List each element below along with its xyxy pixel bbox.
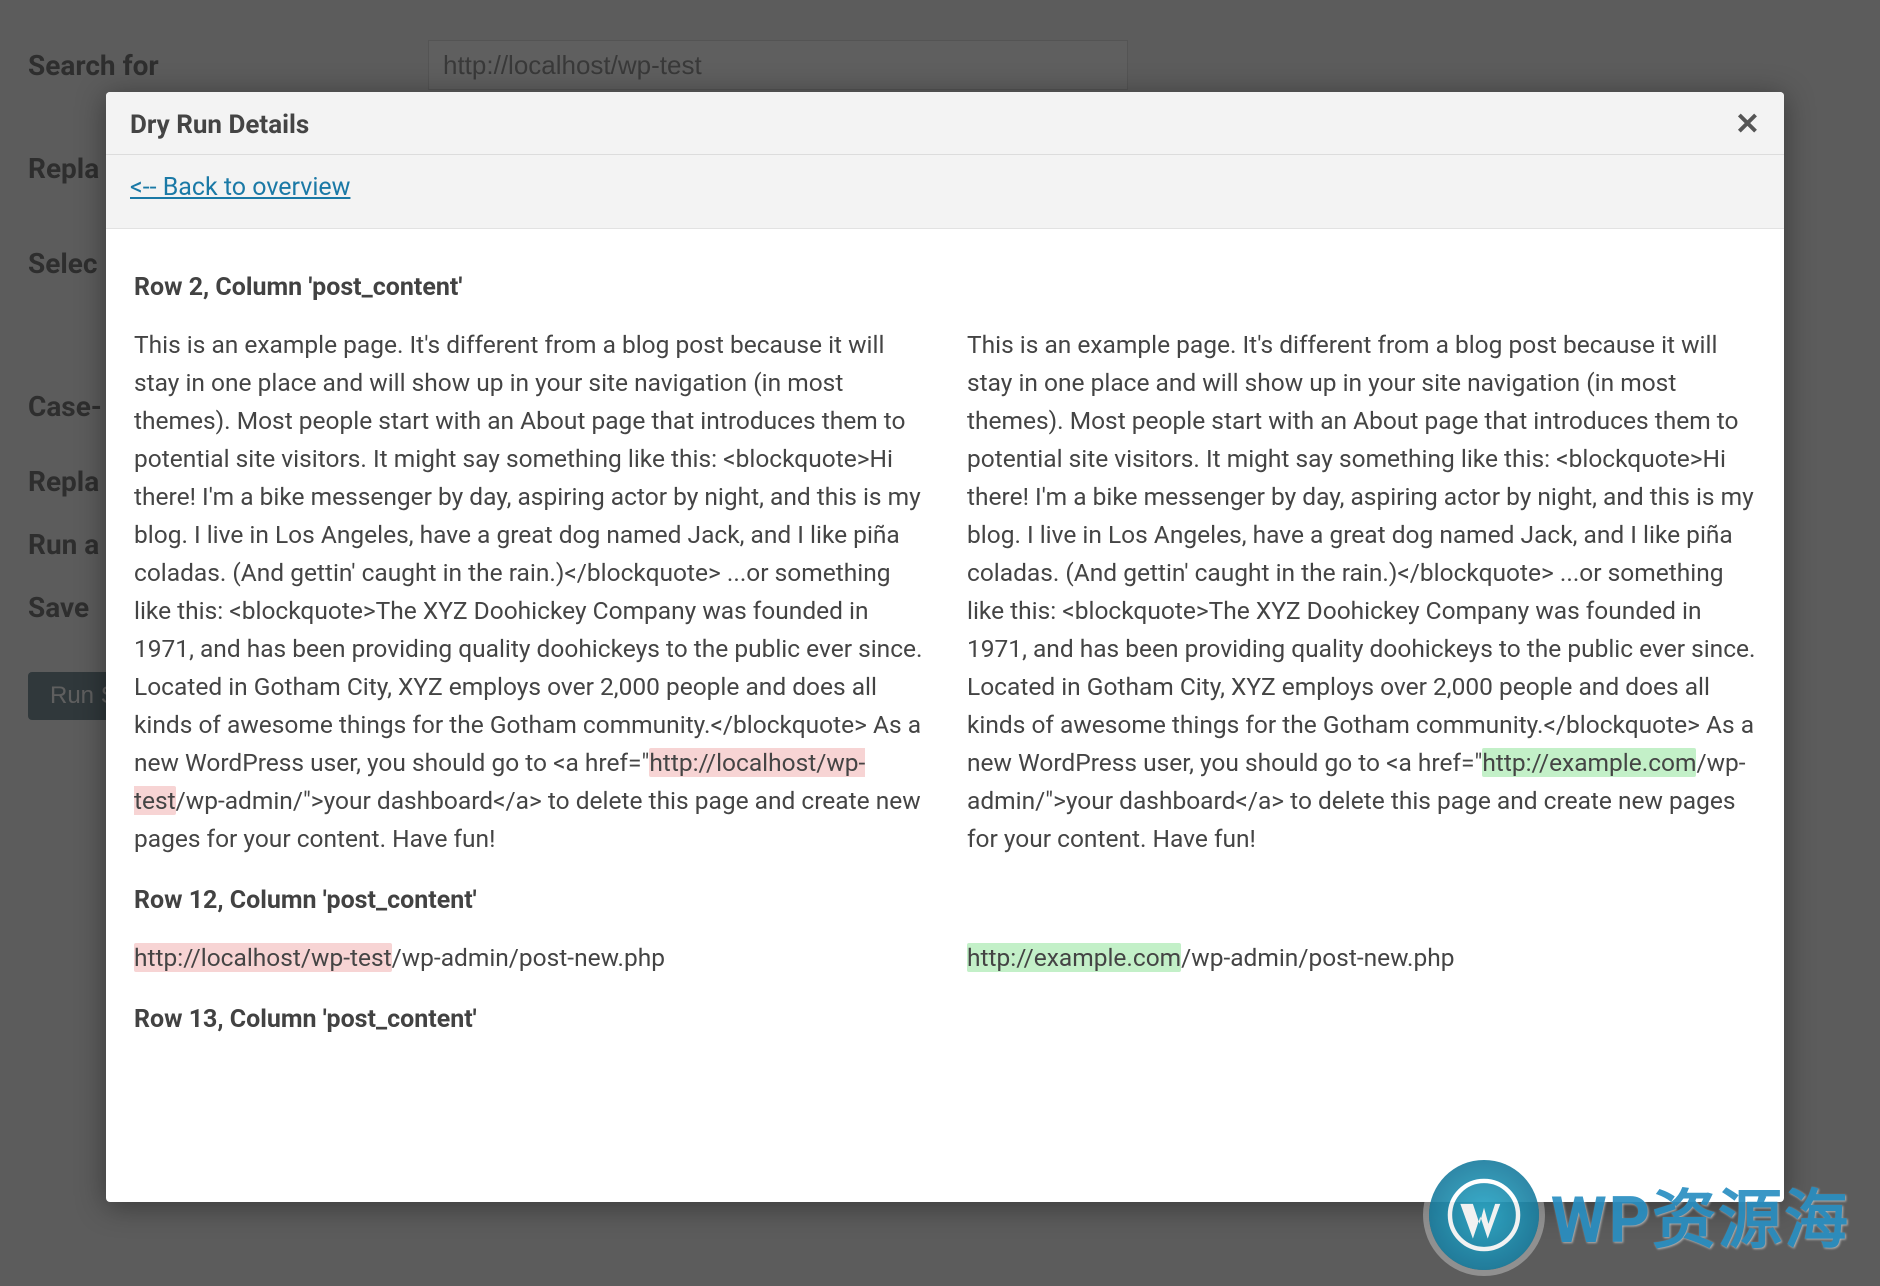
watermark: WP资源海: [1429, 1160, 1850, 1270]
diff-row: http://localhost/wp-test/wp-admin/post-n…: [134, 939, 1756, 977]
dry-run-details-modal: Dry Run Details ✕ <-- Back to overview R…: [106, 92, 1784, 1202]
new-value-highlight: http://example.com: [1482, 748, 1696, 777]
section-title: Row 13, Column 'post_content': [134, 1005, 1756, 1034]
watermark-text: WP资源海: [1551, 1169, 1850, 1261]
back-to-overview-link[interactable]: <-- Back to overview: [130, 173, 350, 202]
close-icon[interactable]: ✕: [1735, 110, 1760, 140]
section-title: Row 12, Column 'post_content': [134, 886, 1756, 915]
modal-body: Row 2, Column 'post_content' This is an …: [106, 229, 1784, 1202]
section-title: Row 2, Column 'post_content': [134, 273, 1756, 302]
modal-header: Dry Run Details ✕: [106, 92, 1784, 155]
new-value-highlight: http://example.com: [967, 943, 1181, 972]
old-content-column: http://localhost/wp-test/wp-admin/post-n…: [134, 939, 923, 977]
modal-title: Dry Run Details: [130, 110, 309, 140]
new-content-column: http://example.com/wp-admin/post-new.php: [967, 939, 1756, 977]
old-content-column: This is an example page. It's different …: [134, 326, 923, 858]
new-content-column: This is an example page. It's different …: [967, 326, 1756, 858]
diff-row: This is an example page. It's different …: [134, 326, 1756, 858]
wp-logo-icon: [1429, 1160, 1539, 1270]
old-value-highlight: http://localhost/wp-test: [134, 943, 392, 972]
